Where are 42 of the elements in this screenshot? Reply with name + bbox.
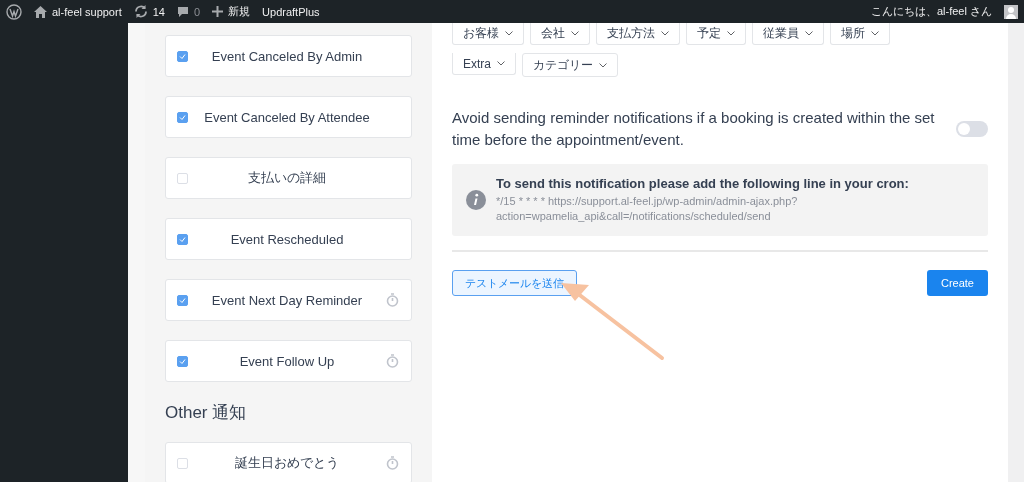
placeholder-dropdown[interactable]: お客様 [452, 23, 524, 45]
home-icon[interactable] [34, 5, 47, 18]
cron-command: action=wpamelia_api&call=/notifications/scheduled/send [496, 209, 772, 224]
section-heading: Other 通知 [165, 402, 248, 424]
info-icon [466, 190, 486, 210]
chevron-down-icon [571, 31, 579, 36]
notice-title: To send this notification please add the following line in your cron: [496, 176, 909, 191]
placeholder-dropdown[interactable]: Extra [452, 53, 516, 75]
chevron-down-icon [727, 31, 735, 36]
cron-command: */15 * * * * https://support.al-feel.jp/wp-admin/admin-ajax.php? [496, 194, 799, 209]
site-name-link[interactable]: al-feel support [52, 5, 122, 18]
comments-count[interactable]: 0 [193, 5, 201, 18]
updates-count[interactable]: 14 [152, 5, 165, 18]
reminder-setting-text: Avoid sending reminder notifications if a booking is created within the set time before the appointment/event. [452, 108, 936, 150]
chevron-down-icon [505, 31, 513, 36]
checkbox[interactable] [177, 111, 188, 123]
send-test-email-button[interactable]: テストメールを送信 [452, 270, 577, 296]
toggle-switch[interactable] [956, 121, 988, 137]
checkbox[interactable] [177, 355, 188, 367]
plugin-link[interactable]: UpdraftPlus [262, 5, 320, 18]
plus-icon[interactable] [212, 6, 224, 17]
avatar-icon[interactable] [1004, 4, 1018, 19]
wordpress-logo-icon[interactable] [6, 3, 22, 20]
checkbox[interactable] [177, 50, 188, 62]
placeholder-dropdown[interactable]: カテゴリー [522, 53, 618, 77]
placeholder-dropdown[interactable]: 会社 [530, 23, 590, 45]
chevron-down-icon [871, 31, 879, 36]
chevron-down-icon [497, 61, 505, 66]
new-link[interactable]: 新規 [228, 4, 251, 19]
checkbox[interactable] [177, 233, 188, 245]
refresh-icon[interactable] [133, 5, 148, 18]
greeting-link[interactable]: こんにちは、al-feel さん [870, 4, 992, 19]
checkbox[interactable] [177, 294, 188, 306]
comment-icon[interactable] [176, 5, 189, 18]
chevron-down-icon [599, 62, 607, 68]
placeholder-dropdown[interactable]: 従業員 [752, 23, 824, 45]
placeholder-dropdown[interactable]: 予定 [686, 23, 746, 45]
chevron-down-icon [805, 31, 813, 36]
placeholder-dropdown[interactable]: 支払方法 [596, 23, 680, 45]
chevron-down-icon [661, 31, 669, 36]
create-button[interactable]: Create [926, 270, 988, 296]
placeholder-dropdown[interactable]: 場所 [830, 23, 890, 45]
